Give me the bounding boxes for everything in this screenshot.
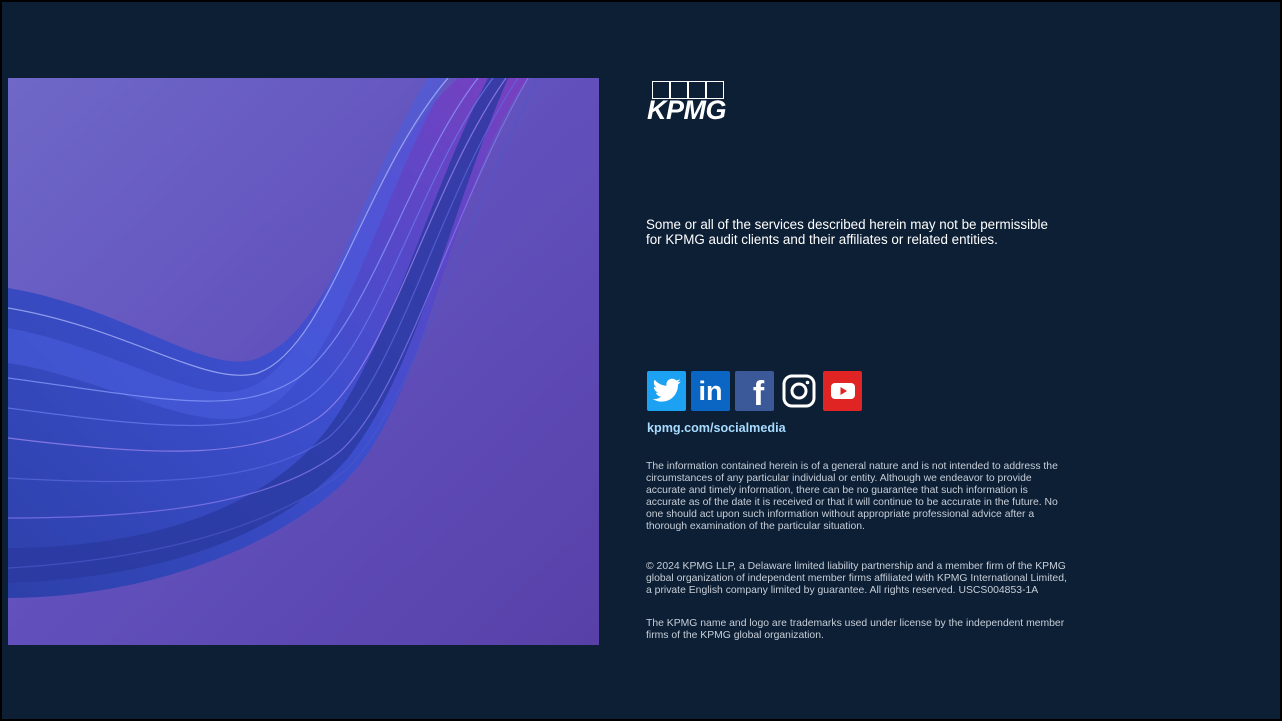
kpmg-logo: KPMG <box>647 81 747 125</box>
social-media-link[interactable]: kpmg.com/socialmedia <box>647 421 786 435</box>
hero-image <box>8 78 599 645</box>
social-icons: in f <box>647 371 862 411</box>
trademark-paragraph: The KPMG name and logo are trademarks us… <box>646 618 1065 641</box>
instagram-icon[interactable] <box>779 371 818 411</box>
legal-disclaimer-paragraph: The information contained herein is of a… <box>646 461 1058 532</box>
logo-text: KPMG <box>647 95 727 125</box>
services-disclaimer: Some or all of the services described he… <box>646 217 1048 247</box>
abstract-wave-graphic <box>8 78 599 645</box>
twitter-icon[interactable] <box>647 371 686 411</box>
copyright-paragraph: © 2024 KPMG LLP, a Delaware limited liab… <box>646 561 1067 596</box>
facebook-icon[interactable]: f <box>735 371 774 411</box>
youtube-icon[interactable] <box>823 371 862 411</box>
slide: KPMG Some or all of the services describ… <box>0 0 1282 721</box>
linkedin-icon[interactable]: in <box>691 371 730 411</box>
